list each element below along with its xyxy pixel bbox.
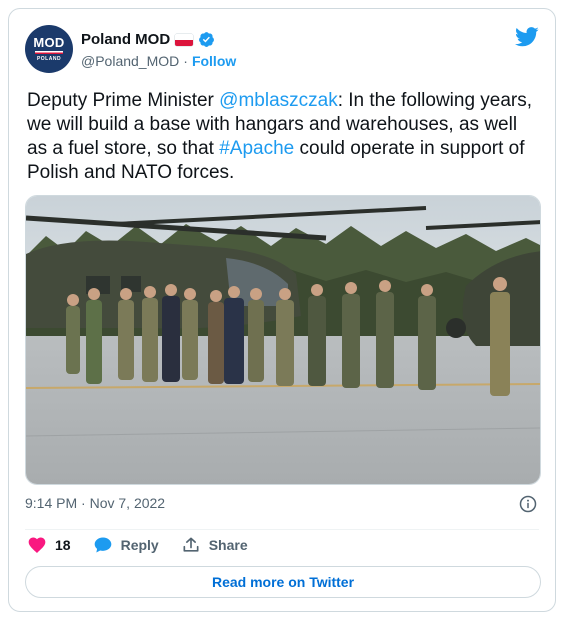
reply-button[interactable]: Reply: [93, 535, 159, 555]
tweet-card: MOD POLAND Poland MOD @Poland_MOD · Follow…: [8, 8, 556, 612]
like-button[interactable]: 18: [27, 535, 71, 555]
author-name-row: Poland MOD: [81, 31, 215, 48]
timestamp-separator: ·: [81, 495, 86, 511]
info-icon[interactable]: [519, 495, 537, 513]
reply-bubble-icon: [94, 537, 111, 553]
avatar-text: MOD: [33, 35, 65, 50]
heart-icon: [28, 537, 46, 553]
share-label: Share: [208, 537, 248, 553]
verified-badge-icon: [199, 32, 215, 47]
like-count: 18: [55, 537, 71, 553]
twitter-bird-icon[interactable]: [515, 27, 539, 47]
hashtag-link[interactable]: #Apache: [219, 138, 294, 159]
handle-separator: ·: [183, 53, 188, 69]
reply-label: Reply: [120, 537, 159, 553]
tweet-photo[interactable]: [25, 195, 541, 485]
share-button[interactable]: Share: [181, 535, 248, 555]
avatar-flag-stripe: [35, 51, 63, 54]
tweet-text-part-1: Deputy Prime Minister: [27, 90, 220, 111]
avatar[interactable]: MOD POLAND: [25, 25, 73, 73]
follow-button[interactable]: Follow: [192, 53, 236, 69]
tweet-date: Nov 7, 2022: [89, 495, 166, 511]
avatar-subtext: POLAND: [36, 56, 62, 62]
tweet-time: 9:14 PM: [25, 495, 78, 511]
author-handle-row: @Poland_MOD · Follow: [81, 53, 236, 69]
share-upload-icon: [183, 537, 199, 552]
tweet-timestamp[interactable]: 9:14 PM · Nov 7, 2022: [25, 495, 165, 511]
author-handle[interactable]: @Poland_MOD: [81, 53, 179, 69]
tweet-text: Deputy Prime Minister @mblaszczak: In th…: [27, 89, 539, 185]
helicopters-and-soldiers-image: [26, 196, 540, 484]
mention-link[interactable]: @mblaszczak: [219, 90, 338, 111]
poland-flag-icon: [175, 33, 194, 46]
action-bar: 18 Reply Share: [27, 535, 248, 555]
author-display-name[interactable]: Poland MOD: [81, 31, 170, 48]
divider: [25, 529, 539, 530]
read-more-button[interactable]: Read more on Twitter: [25, 566, 541, 598]
